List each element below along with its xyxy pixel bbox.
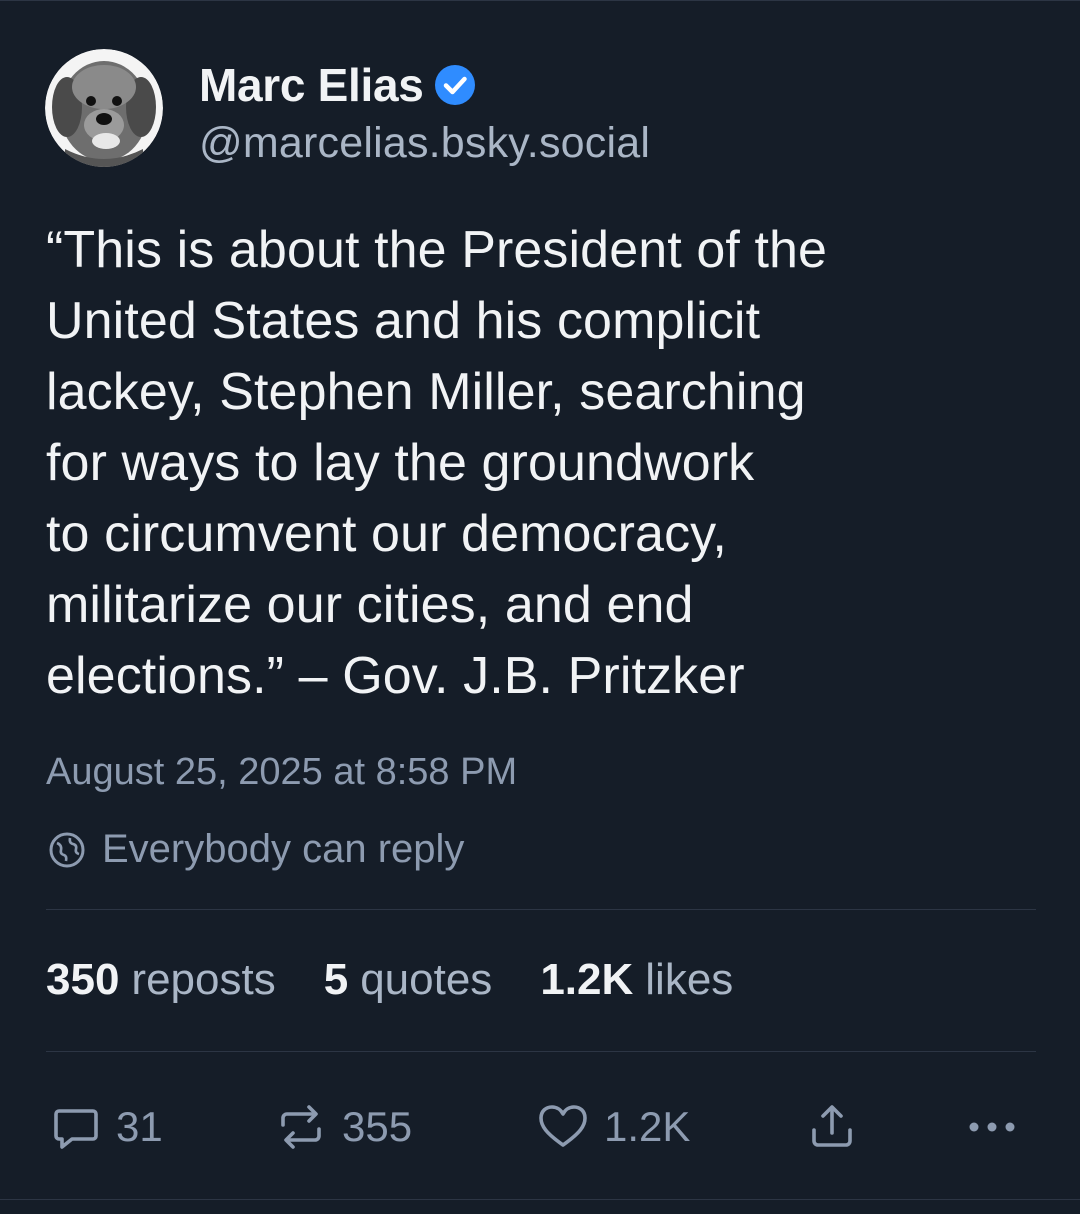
like-button[interactable]: 1.2K	[536, 1095, 690, 1159]
repost-button[interactable]: 355	[274, 1095, 412, 1159]
engagement-stats: 350 reposts 5 quotes 1.2K likes	[46, 955, 781, 1005]
likes-count: 1.2K	[540, 955, 634, 1004]
reply-button[interactable]: 31	[50, 1095, 163, 1159]
share-button[interactable]	[806, 1095, 858, 1159]
verified-badge-icon[interactable]	[434, 64, 476, 106]
reposts-count: 350	[46, 955, 120, 1004]
post-timestamp: August 25, 2025 at 8:58 PM	[46, 751, 518, 793]
post-text: “This is about the President of the Unit…	[46, 221, 828, 705]
reposts-stat[interactable]: 350 reposts	[46, 955, 276, 1005]
divider	[0, 1199, 1080, 1200]
reposts-label: reposts	[131, 955, 276, 1004]
post-header: Marc Elias @marcelias.bsky.social	[45, 49, 650, 169]
author-display-name[interactable]: Marc Elias	[199, 58, 424, 112]
globe-icon	[48, 831, 86, 869]
more-icon	[964, 1101, 1020, 1153]
likes-stat[interactable]: 1.2K likes	[540, 955, 733, 1005]
reply-count: 31	[116, 1103, 163, 1150]
repost-icon	[274, 1101, 328, 1153]
share-icon	[806, 1101, 858, 1153]
reply-icon	[50, 1101, 102, 1153]
divider	[46, 909, 1036, 910]
quotes-label: quotes	[360, 955, 493, 1004]
repost-count: 355	[342, 1103, 413, 1150]
like-count: 1.2K	[604, 1103, 691, 1150]
more-options-button[interactable]	[964, 1095, 1020, 1159]
divider	[46, 1051, 1036, 1052]
author-info: Marc Elias @marcelias.bsky.social	[199, 57, 650, 168]
reply-setting: Everybody can reply	[46, 827, 464, 872]
action-bar: 31 355 1.2K	[46, 1095, 1036, 1159]
reply-setting-label: Everybody can reply	[102, 827, 465, 871]
avatar[interactable]	[45, 49, 163, 167]
post-card: Marc Elias @marcelias.bsky.social “This …	[0, 0, 1080, 1214]
quotes-stat[interactable]: 5 quotes	[324, 955, 493, 1005]
author-name-row: Marc Elias	[199, 57, 650, 113]
author-handle[interactable]: @marcelias.bsky.social	[199, 119, 650, 168]
heart-icon	[536, 1101, 590, 1153]
quotes-count: 5	[323, 955, 349, 1004]
likes-label: likes	[645, 955, 734, 1004]
